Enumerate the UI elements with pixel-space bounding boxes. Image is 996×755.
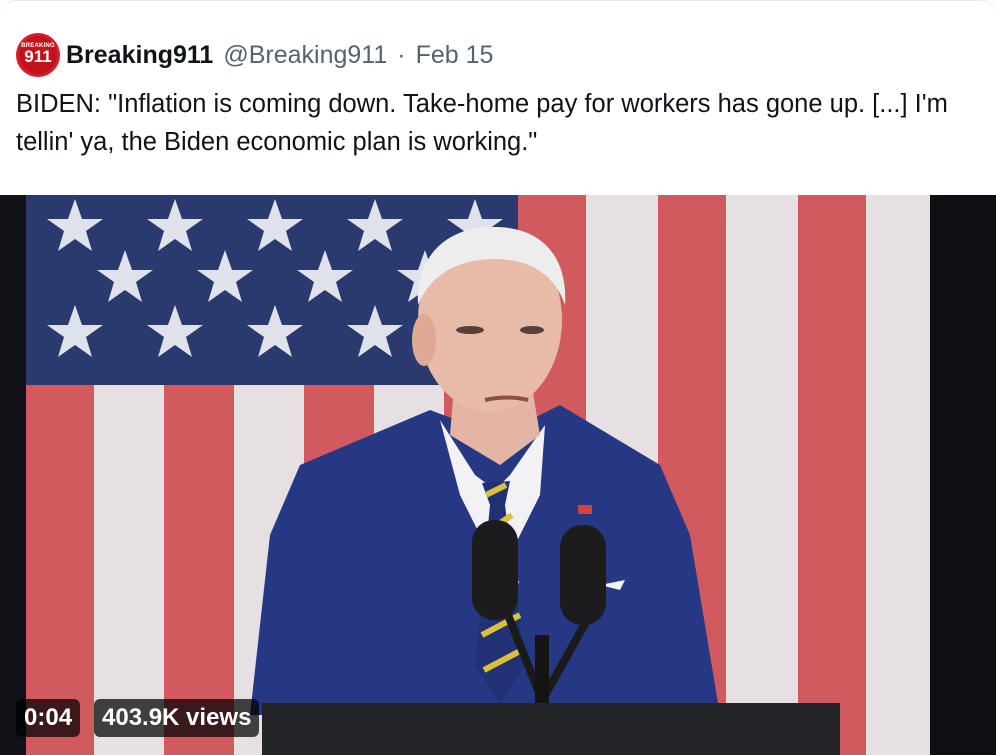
avatar[interactable]: BREAKING 911 — [16, 33, 60, 77]
author-handle[interactable]: @Breaking911 — [223, 41, 387, 70]
tweet-header: BREAKING 911 Breaking911 @Breaking911 · … — [16, 33, 493, 77]
author-name[interactable]: Breaking911 — [66, 41, 213, 70]
separator: · — [397, 40, 406, 69]
video-timestamp: 0:04 — [16, 699, 81, 737]
view-count: 403.9K views — [94, 699, 260, 737]
tweet-text: BIDEN: "Inflation is coming down. Take-h… — [16, 90, 948, 156]
video-frame — [0, 195, 996, 755]
breaking911-logo-icon: BREAKING 911 — [19, 36, 57, 74]
podium — [262, 703, 840, 755]
video-player[interactable] — [0, 195, 996, 755]
tweet-date[interactable]: Feb 15 — [416, 41, 494, 70]
avatar-number: 911 — [24, 47, 52, 66]
tweet-card[interactable]: BREAKING 911 Breaking911 @Breaking911 · … — [0, 0, 996, 755]
